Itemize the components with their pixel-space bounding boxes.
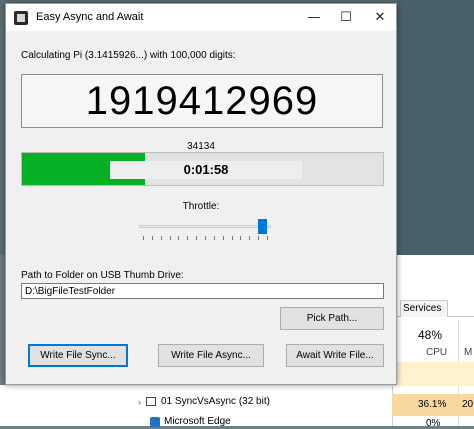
process-cpu-value: 36.1% (418, 399, 447, 410)
process-row[interactable]: › 01 SyncVsAsync (32 bit) (138, 396, 270, 407)
process-cpu-value: 0% (426, 418, 441, 429)
desktop-background-right (397, 0, 474, 255)
path-input[interactable] (21, 283, 384, 299)
slider-thumb[interactable] (258, 219, 267, 234)
close-button[interactable]: ✕ (364, 4, 396, 31)
process-name: Microsoft Edge (164, 416, 231, 427)
throttle-slider[interactable] (134, 216, 276, 242)
progress-bar: 0:01:58 (21, 152, 384, 186)
slider-tick (143, 236, 144, 240)
cpu-column-header[interactable]: CPU (426, 347, 447, 358)
slider-tick (232, 236, 233, 240)
progress-counter: 34134 (187, 141, 215, 152)
slider-tick (152, 236, 153, 240)
window-title: Easy Async and Await (36, 11, 144, 23)
await-write-file-button[interactable]: Await Write File... (286, 344, 384, 367)
app-icon (14, 11, 28, 25)
tab-services[interactable]: Services (400, 300, 448, 317)
pi-digits-display: 1919412969 (21, 74, 383, 128)
calculation-label: Calculating Pi (3.1415926...) with 100,0… (21, 50, 236, 61)
slider-tick (223, 236, 224, 240)
process-row[interactable]: Microsoft Edge (150, 416, 231, 427)
slider-tick (196, 236, 197, 240)
memory-column-header[interactable]: M (464, 347, 472, 358)
write-file-sync-button[interactable]: Write File Sync... (28, 344, 128, 367)
cpu-heat-cell (392, 362, 474, 386)
app-window-icon (146, 397, 156, 406)
elapsed-time: 0:01:58 (110, 161, 302, 179)
process-name: 01 SyncVsAsync (32 bit) (161, 396, 270, 407)
edge-browser-icon (150, 416, 160, 427)
slider-track[interactable] (139, 225, 271, 228)
chevron-right-icon[interactable]: › (138, 397, 141, 407)
slider-tick (205, 236, 206, 240)
title-bar[interactable]: Easy Async and Await — ☐ ✕ (6, 4, 396, 31)
slider-tick (214, 236, 215, 240)
app-window: Easy Async and Await — ☐ ✕ Calculating P… (5, 3, 397, 385)
slider-tick (178, 236, 179, 240)
cpu-total-percent: 48% (418, 328, 443, 342)
slider-tick (249, 236, 250, 240)
slider-tick (240, 236, 241, 240)
slider-tick (258, 236, 259, 240)
pick-path-button[interactable]: Pick Path... (280, 307, 384, 330)
slider-tick (187, 236, 188, 240)
path-label: Path to Folder on USB Thumb Drive: (21, 270, 184, 281)
write-file-async-button[interactable]: Write File Async... (158, 344, 264, 367)
slider-tick (267, 236, 268, 240)
process-memory-value: 20 (462, 399, 474, 410)
throttle-label: Throttle: (182, 201, 220, 212)
maximize-button[interactable]: ☐ (330, 4, 362, 31)
minimize-button[interactable]: — (298, 4, 330, 31)
slider-tick (161, 236, 162, 240)
slider-tick (170, 236, 171, 240)
